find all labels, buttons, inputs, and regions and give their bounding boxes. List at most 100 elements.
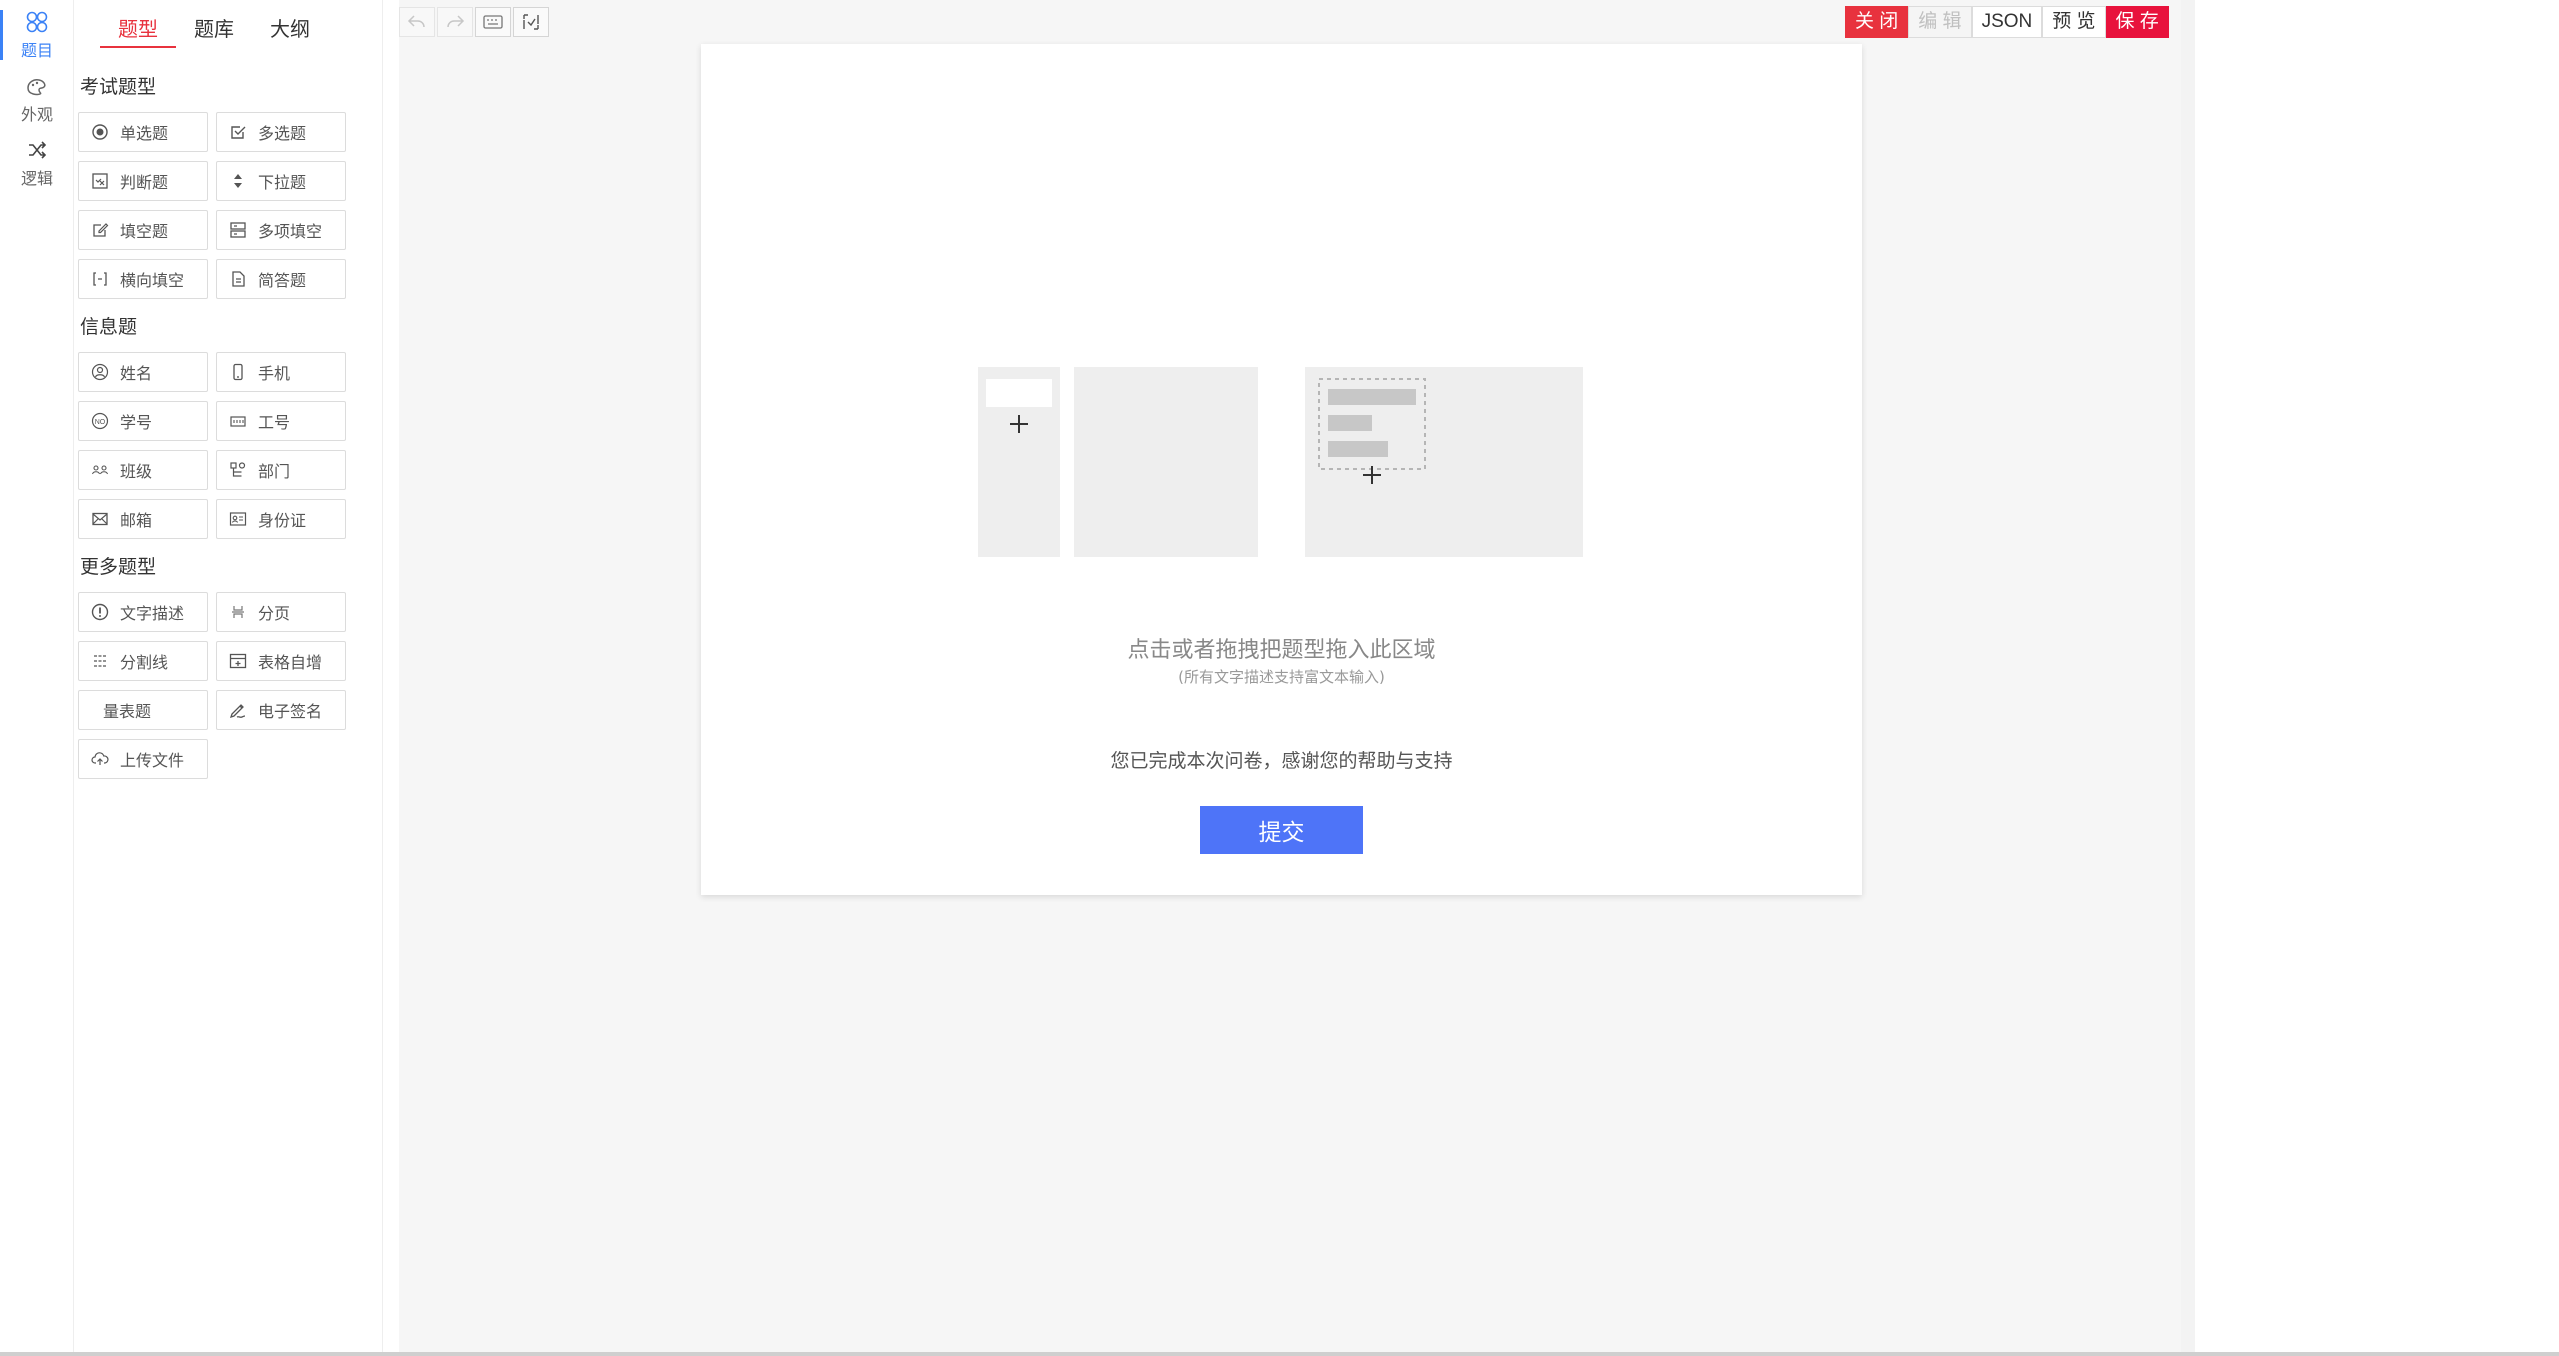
widget-grid-exam: 单选题 多选题 判断题 下拉题 填空题 多项填空 横向填空 简答题: [78, 112, 348, 299]
cloud-upload-icon: [91, 752, 109, 765]
keyboard-icon: [483, 15, 503, 29]
widget-label: 文字描述: [120, 604, 185, 623]
survey-sheet[interactable]: 点击或者拖拽把题型拖入此区域 (所有文字描述支持富文本输入) 您已完成本次问卷，…: [701, 44, 1862, 895]
canvas-scrollbar[interactable]: [2181, 0, 2195, 1356]
widget-label: 填空题: [120, 222, 169, 241]
widget-short-answer[interactable]: 简答题: [216, 259, 346, 299]
widget-label: 部门: [258, 462, 291, 481]
widget-label: 单选题: [120, 124, 169, 143]
rail-item-questions[interactable]: 题目: [0, 4, 74, 66]
signature-icon: [229, 704, 246, 719]
checkbox-icon: [231, 126, 246, 139]
widget-name[interactable]: 姓名: [78, 352, 208, 392]
widget-scale[interactable]: 量表题: [78, 690, 208, 730]
widget-grid-info: 姓名 手机 NO 学号 工号 班级 部门 邮箱 身份证: [78, 352, 348, 539]
rail-item-logic[interactable]: 逻辑: [0, 132, 74, 194]
tab-question-bank[interactable]: 题库: [176, 10, 252, 48]
widget-label: 上传文件: [120, 751, 185, 770]
widget-panel: 题型 题库 大纲 考试题型 单选题 多选题 判断题 下拉题 填空题 多项填空 横…: [74, 0, 383, 1356]
widget-table-grow[interactable]: 表格自增: [216, 641, 346, 681]
widget-label: 表格自增: [258, 653, 323, 672]
widget-phone[interactable]: 手机: [216, 352, 346, 392]
widget-label: 判断题: [120, 173, 169, 192]
undo-icon: [407, 15, 425, 28]
widget-dropdown[interactable]: 下拉题: [216, 161, 346, 201]
rail-item-appearance[interactable]: 外观: [0, 68, 74, 130]
widget-label: 多选题: [258, 124, 307, 143]
completion-message[interactable]: 您已完成本次问卷，感谢您的帮助与支持: [701, 746, 1862, 773]
page-break-icon: [232, 606, 244, 618]
save-button[interactable]: 保 存: [2105, 6, 2169, 38]
widget-email[interactable]: 邮箱: [78, 499, 208, 539]
tab-outline[interactable]: 大纲: [252, 10, 328, 48]
snapshot-button[interactable]: [513, 7, 549, 37]
id-card-icon: [229, 512, 247, 526]
widget-label: 下拉题: [258, 173, 307, 192]
close-button[interactable]: 关 闭: [1845, 6, 1909, 38]
json-button[interactable]: JSON: [1971, 6, 2043, 38]
widget-department[interactable]: 部门: [216, 450, 346, 490]
table-add-icon: [229, 653, 247, 669]
widget-id-card[interactable]: 身份证: [216, 499, 346, 539]
widget-true-false[interactable]: 判断题: [78, 161, 208, 201]
group-icon: [91, 465, 109, 475]
widget-label: 电子签名: [258, 702, 323, 721]
widget-label: 简答题: [258, 271, 307, 290]
undo-button[interactable]: [399, 7, 435, 37]
tab-question-types[interactable]: 题型: [100, 10, 176, 48]
widget-fill-blank[interactable]: 填空题: [78, 210, 208, 250]
illus-block: [986, 379, 1052, 407]
widget-multi-fill[interactable]: 多项填空: [216, 210, 346, 250]
phone-icon: [233, 363, 243, 381]
widget-text-description[interactable]: 文字描述: [78, 592, 208, 632]
widget-label: 学号: [120, 413, 153, 432]
widget-student-id[interactable]: NO 学号: [78, 401, 208, 441]
id-number-icon: NO: [91, 412, 109, 430]
illus-bar: [1328, 441, 1388, 457]
widget-label: 多项填空: [258, 222, 323, 241]
badge-icon: [230, 416, 246, 427]
preview-button[interactable]: 预 览: [2042, 6, 2106, 38]
drag-drop-illustration: [978, 367, 1583, 557]
action-buttons: 关 闭 编 辑 JSON 预 览 保 存: [1845, 6, 2169, 38]
widget-label: 班级: [120, 462, 153, 481]
widget-label: 量表题: [103, 702, 152, 721]
palette-icon: [27, 78, 46, 95]
widget-label: 工号: [258, 413, 291, 432]
bracket-icon: [93, 272, 107, 286]
questions-icon: [26, 11, 48, 32]
redo-button[interactable]: [437, 7, 473, 37]
panel-tabs: 题型 题库 大纲: [100, 10, 328, 50]
widget-inline-fill[interactable]: 横向填空: [78, 259, 208, 299]
group-title-info: 信息题: [80, 316, 138, 338]
edit-icon: [93, 223, 109, 237]
widget-grid-more: 文字描述 分页 分割线 表格自增 量表题 电子签名 上传文件: [78, 592, 348, 779]
illus-bar: [1328, 389, 1416, 405]
rail-label: 外观: [20, 104, 53, 124]
widget-divider[interactable]: 分割线: [78, 641, 208, 681]
sort-arrows-icon: [234, 174, 242, 188]
mail-icon: [92, 512, 108, 526]
bottom-border: [0, 1352, 2559, 1356]
widget-multi-choice[interactable]: 多选题: [216, 112, 346, 152]
redo-icon: [447, 15, 465, 28]
widget-employee-id[interactable]: 工号: [216, 401, 346, 441]
shuffle-icon: [29, 140, 47, 159]
edit-button[interactable]: 编 辑: [1908, 6, 1972, 38]
widget-file-upload[interactable]: 上传文件: [78, 739, 208, 779]
widget-single-choice[interactable]: 单选题: [78, 112, 208, 152]
document-icon: [232, 271, 245, 287]
multi-fill-icon: [230, 222, 246, 238]
widget-page-break[interactable]: 分页: [216, 592, 346, 632]
widget-label: 横向填空: [120, 271, 185, 290]
widget-class[interactable]: 班级: [78, 450, 208, 490]
illus-bar: [1328, 415, 1372, 431]
widget-e-signature[interactable]: 电子签名: [216, 690, 346, 730]
widget-label: 姓名: [120, 364, 153, 383]
keyboard-button[interactable]: [475, 7, 511, 37]
editor-toolbar: [399, 7, 549, 37]
widget-label: 分割线: [120, 653, 169, 672]
left-rail: 题目 外观 逻辑: [0, 0, 74, 1356]
submit-button[interactable]: 提交: [1200, 806, 1363, 854]
widget-label: 手机: [258, 364, 291, 383]
